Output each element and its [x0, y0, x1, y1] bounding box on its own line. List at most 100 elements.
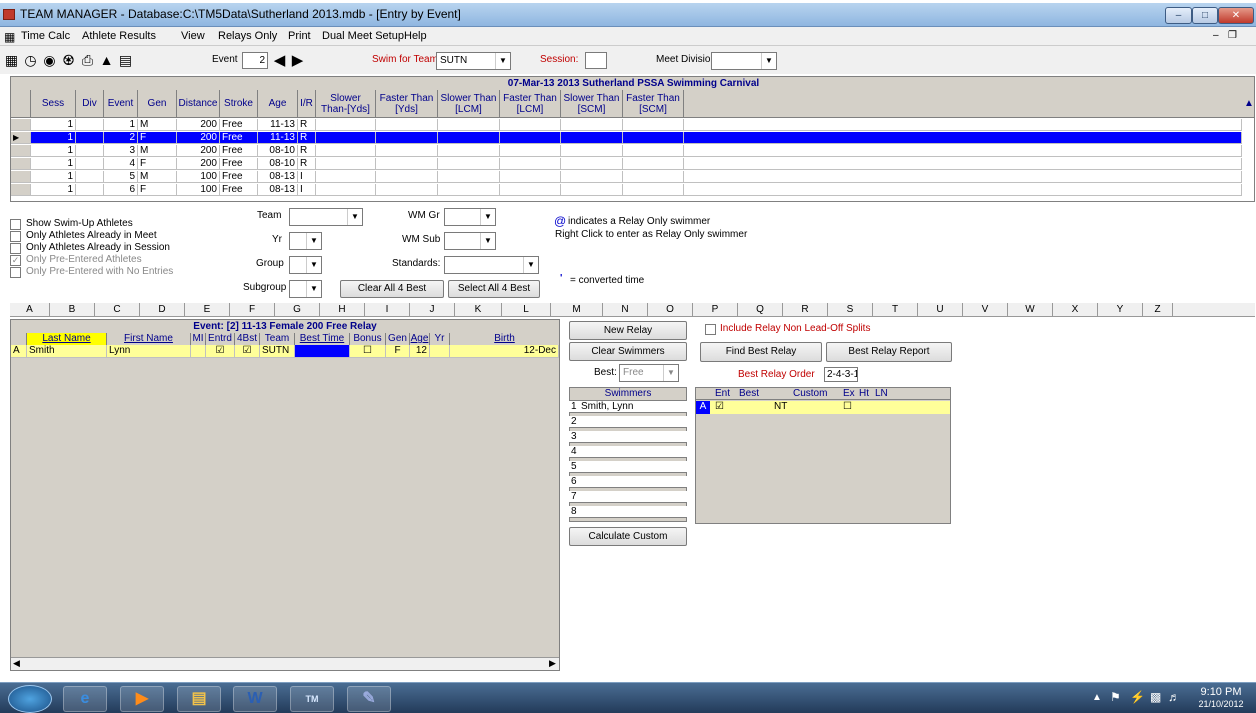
grid-cell[interactable] [500, 171, 561, 183]
col-slower-yds[interactable]: Slower Than-[Yds] [316, 90, 376, 118]
grid-cell[interactable] [76, 184, 104, 196]
grid-cell[interactable] [684, 132, 1242, 144]
row-selector[interactable] [11, 158, 31, 170]
scroll-up-icon[interactable]: ▲ [1242, 90, 1254, 118]
grid-cell[interactable] [376, 119, 438, 131]
network-icon[interactable]: ▩ [1150, 690, 1161, 704]
find-best-relay-button[interactable]: Find Best Relay [700, 342, 822, 362]
paint-icon[interactable]: ✎ [347, 686, 391, 712]
mdi-minimize-icon[interactable]: – [1213, 30, 1219, 41]
event-number-input[interactable]: 2 [242, 52, 268, 69]
close-button[interactable]: ✕ [1218, 7, 1254, 24]
grid-cell[interactable] [316, 158, 376, 170]
include-non-leadoff-checkbox[interactable] [705, 324, 716, 335]
col-event[interactable]: Event [104, 90, 138, 118]
team-manager-icon[interactable]: TM [290, 686, 334, 712]
col-div[interactable]: Div [76, 90, 104, 118]
scroll-right-icon[interactable]: ▶ [549, 658, 556, 669]
grid-cell[interactable]: 100 [177, 171, 220, 183]
row-selector[interactable] [11, 171, 31, 183]
grid-cell[interactable] [623, 184, 684, 196]
maximize-button[interactable]: □ [1192, 7, 1218, 24]
grid-cell[interactable] [500, 132, 561, 144]
grid-cell[interactable] [76, 158, 104, 170]
mdi-restore-icon[interactable]: ❐ [1228, 30, 1237, 41]
grid-cell[interactable] [684, 184, 1242, 196]
previous-event-icon[interactable]: ◀ [271, 52, 288, 69]
grid-cell[interactable]: R [298, 119, 316, 131]
grid-cell[interactable] [438, 145, 500, 157]
grid-cell[interactable]: 08-10 [258, 158, 298, 170]
col-ir[interactable]: I/R [298, 90, 316, 118]
best-stroke-select[interactable]: Free ▼ [619, 364, 679, 382]
internet-explorer-icon[interactable]: e [63, 686, 107, 712]
yr-select[interactable]: ▼ [289, 232, 322, 250]
col-gen[interactable]: Gen [138, 90, 177, 118]
col-last-name[interactable]: Last Name [27, 333, 107, 345]
grid-cell[interactable] [438, 184, 500, 196]
grid-cell[interactable] [316, 171, 376, 183]
standards-select[interactable]: ▼ [444, 256, 539, 274]
calculate-custom-button[interactable]: Calculate Custom [569, 527, 687, 546]
athlete-gen[interactable]: F [386, 345, 410, 358]
grid-cell[interactable]: 1 [31, 184, 76, 196]
grid-cell[interactable]: 1 [31, 158, 76, 170]
best-relay-report-button[interactable]: Best Relay Report [826, 342, 952, 362]
best-relay-order-value[interactable]: 2-4-3-1 [824, 367, 858, 382]
select-all-4-best-button[interactable]: Select All 4 Best [448, 280, 540, 298]
col-faster-yds[interactable]: Faster Than [Yds] [376, 90, 438, 118]
file-explorer-icon[interactable]: ▤ [177, 686, 221, 712]
grid-cell[interactable] [561, 184, 623, 196]
word-icon[interactable]: W [233, 686, 277, 712]
grid-cell[interactable]: 4 [104, 158, 138, 170]
col-birth[interactable]: Birth [450, 333, 559, 345]
col-team[interactable]: Team [260, 333, 295, 345]
grid-cell[interactable]: 3 [104, 145, 138, 157]
swimmer-slot[interactable]: 3 [569, 431, 687, 443]
col-age[interactable]: Age [258, 90, 298, 118]
grid-cell[interactable] [438, 119, 500, 131]
grid-cell[interactable]: 200 [177, 158, 220, 170]
grid-cell[interactable] [500, 145, 561, 157]
grid-cell[interactable]: 5 [104, 171, 138, 183]
col-best-time[interactable]: Best Time [295, 333, 350, 345]
col-entrd[interactable]: Entrd [206, 333, 235, 345]
grid-cell[interactable]: 1 [31, 132, 76, 144]
athlete-4best-checkbox[interactable]: ☑ [235, 345, 260, 358]
grid-cell[interactable] [438, 171, 500, 183]
grid-cell[interactable] [500, 119, 561, 131]
grid-cell[interactable]: 200 [177, 119, 220, 131]
show-swim-up-checkbox[interactable] [10, 219, 21, 230]
menu-relays-only[interactable]: Relays Only [218, 30, 277, 42]
grid-cell[interactable] [500, 184, 561, 196]
grid-cell[interactable] [684, 145, 1242, 157]
grid-cell[interactable] [438, 158, 500, 170]
grid-cell[interactable]: R [298, 145, 316, 157]
menu-help[interactable]: Help [404, 30, 427, 42]
grid-cell[interactable]: 1 [31, 171, 76, 183]
team-select[interactable]: ▼ [289, 208, 363, 226]
swimmer-slot[interactable]: 2 [569, 416, 687, 428]
menu-print[interactable]: Print [288, 30, 311, 42]
grid-cell[interactable]: 6 [104, 184, 138, 196]
swimmer-slot[interactable]: 4 [569, 446, 687, 458]
athlete-entered-checkbox[interactable]: ☑ [206, 345, 235, 358]
col-sess[interactable]: Sess [31, 90, 76, 118]
grid-cell[interactable] [500, 158, 561, 170]
grid-cell[interactable]: 1 [31, 145, 76, 157]
action-center-icon[interactable]: ⚑ [1110, 690, 1121, 704]
grid-cell[interactable] [561, 171, 623, 183]
grid-cell[interactable]: M [138, 171, 177, 183]
athlete-birth[interactable]: 12-Dec [450, 345, 559, 358]
grid-cell[interactable] [316, 145, 376, 157]
grid-cell[interactable] [76, 171, 104, 183]
wm-gr-select[interactable]: ▼ [444, 208, 496, 226]
grid-cell[interactable] [684, 119, 1242, 131]
grid-cell[interactable]: 1 [104, 119, 138, 131]
clear-all-4-best-button[interactable]: Clear All 4 Best [340, 280, 444, 298]
grid-cell[interactable]: Free [220, 145, 258, 157]
start-button[interactable] [8, 685, 52, 713]
grid-cell[interactable]: 200 [177, 132, 220, 144]
grid-cell[interactable]: F [138, 158, 177, 170]
subgroup-select[interactable]: ▼ [289, 280, 322, 298]
